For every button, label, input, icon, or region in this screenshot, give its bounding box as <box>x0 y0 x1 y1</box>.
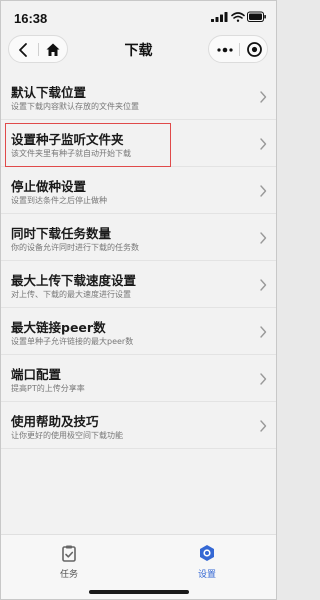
setting-description: 设置单种子允许链接的最大peer数 <box>11 337 134 346</box>
setting-description: 设置下载内容默认存放的文件夹位置 <box>11 102 139 111</box>
target-icon[interactable] <box>246 41 263 58</box>
status-time: 16:38 <box>14 11 48 26</box>
settings-list: 默认下载位置 设置下载内容默认存放的文件夹位置 设置种子监听文件夹 该文件夹里有… <box>1 73 276 449</box>
tab-label: 任务 <box>59 570 78 580</box>
setting-item-max-peers[interactable]: 最大链接peer数 设置单种子允许链接的最大peer数 <box>1 308 276 355</box>
setting-title: 最大上传下载速度设置 <box>11 273 137 288</box>
setting-description: 你的设备允许同时进行下载的任务数 <box>11 243 139 252</box>
clipboard-icon <box>62 545 76 562</box>
setting-title: 端口配置 <box>11 367 62 382</box>
hexagon-settings-icon <box>200 545 214 561</box>
highlight-annotation-box <box>5 123 171 167</box>
home-indicator <box>89 590 189 594</box>
battery-icon <box>247 11 266 22</box>
setting-description: 设置到达条件之后停止做种 <box>11 196 107 205</box>
more-icon[interactable] <box>216 42 234 58</box>
chevron-right-icon <box>260 185 267 197</box>
chevron-right-icon <box>260 232 267 244</box>
chevron-right-icon <box>260 91 267 103</box>
signal-icon <box>211 12 228 22</box>
status-bar: 16:38 <box>1 1 276 33</box>
chevron-right-icon <box>260 138 267 150</box>
setting-item-concurrent-tasks[interactable]: 同时下载任务数量 你的设备允许同时进行下载的任务数 <box>1 214 276 261</box>
chevron-right-icon <box>260 373 267 385</box>
setting-title: 同时下载任务数量 <box>11 226 112 241</box>
setting-title: 停止做种设置 <box>11 179 87 194</box>
nav-right-capsule <box>208 35 268 63</box>
setting-description: 对上传、下载的最大速度进行设置 <box>11 290 131 299</box>
capsule-divider <box>239 43 240 56</box>
chevron-right-icon <box>260 279 267 291</box>
setting-title: 使用帮助及技巧 <box>11 414 99 429</box>
nav-bar: 下载 <box>1 33 276 65</box>
setting-item-port-config[interactable]: 端口配置 提高PT的上传分享率 <box>1 355 276 402</box>
status-icons <box>211 11 267 23</box>
setting-description: 让你更好的使用极空间下载功能 <box>11 431 123 440</box>
setting-description: 提高PT的上传分享率 <box>11 384 85 393</box>
setting-item-max-speed[interactable]: 最大上传下载速度设置 对上传、下载的最大速度进行设置 <box>1 261 276 308</box>
wifi-icon <box>231 12 245 22</box>
chevron-right-icon <box>260 420 267 432</box>
tab-bar: 任务 设置 <box>1 534 276 599</box>
setting-title: 最大链接peer数 <box>11 320 106 335</box>
app-frame: 16:38 下载 默认下载位置 设置下载内容默认存放的文件夹位置 设置种子监听文… <box>0 0 277 600</box>
tab-tasks[interactable]: 任务 <box>29 544 109 580</box>
setting-title: 默认下载位置 <box>11 85 87 100</box>
tab-settings[interactable]: 设置 <box>167 544 247 580</box>
setting-item-stop-seeding[interactable]: 停止做种设置 设置到达条件之后停止做种 <box>1 167 276 214</box>
chevron-right-icon <box>260 326 267 338</box>
tab-label: 设置 <box>197 570 216 580</box>
setting-item-help-tips[interactable]: 使用帮助及技巧 让你更好的使用极空间下载功能 <box>1 402 276 449</box>
setting-item-default-download-location[interactable]: 默认下载位置 设置下载内容默认存放的文件夹位置 <box>1 73 276 120</box>
